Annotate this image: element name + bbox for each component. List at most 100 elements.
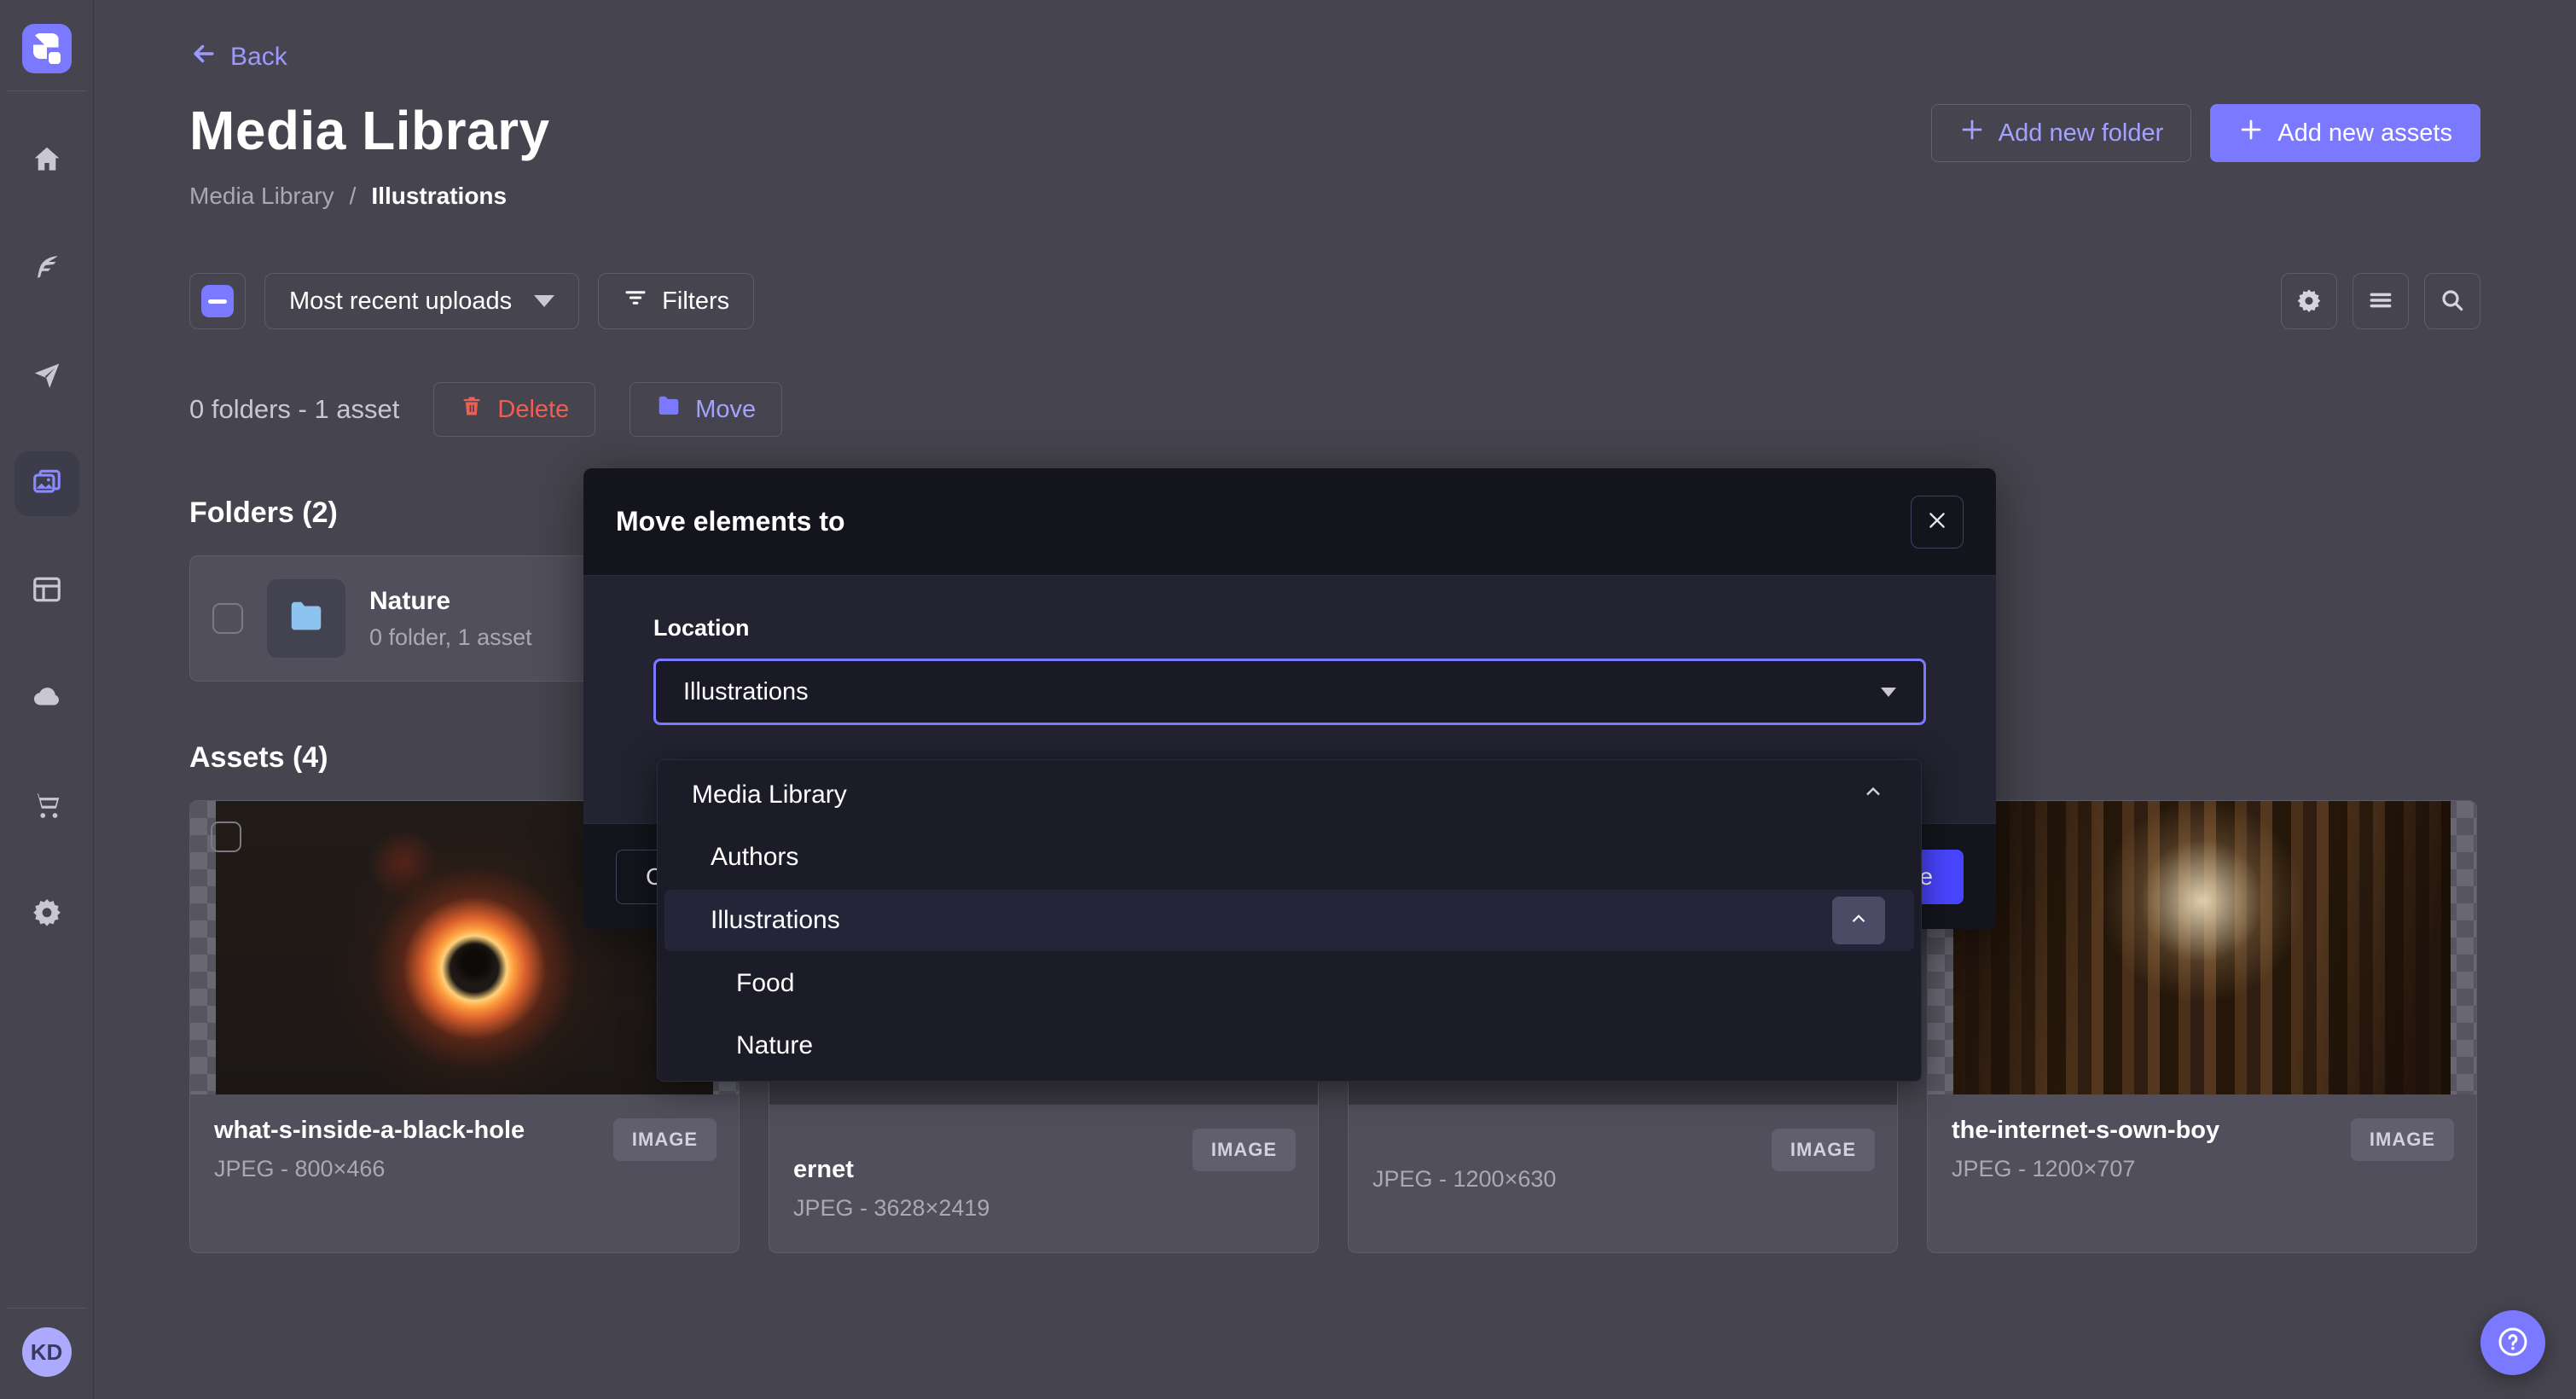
dropdown-option-media-library[interactable]: Media Library [664, 764, 1914, 826]
asset-caption: what-s-inside-a-black-hole JPEG - 800×46… [190, 1094, 739, 1213]
dropdown-option-illustrations[interactable]: Illustrations [664, 890, 1914, 951]
collapse-children-button[interactable] [1832, 897, 1885, 944]
toolbar: Most recent uploads Filters [189, 273, 2480, 329]
location-dropdown: Media Library Authors Illustrations Food… [657, 759, 1922, 1082]
arrow-left-icon [189, 39, 218, 75]
home-icon [31, 143, 63, 180]
close-icon [1926, 509, 1948, 534]
page-title: Media Library [189, 99, 550, 162]
sidebar-item-media-library[interactable] [15, 451, 79, 516]
breadcrumb: Media Library / Illustrations [189, 183, 2480, 210]
sidebar-footer-divider [7, 1308, 87, 1309]
dropdown-option-label: Illustrations [711, 906, 840, 935]
feather-icon [31, 251, 63, 287]
chevron-up-icon [1848, 908, 1870, 932]
back-link[interactable]: Back [189, 39, 287, 75]
sidebar-divider [7, 90, 87, 91]
modal-close-button[interactable] [1911, 496, 1964, 549]
folder-icon [656, 393, 682, 426]
add-new-folder-label: Add new folder [1999, 119, 2163, 148]
search-icon [2439, 287, 2466, 316]
folder-tile [267, 579, 345, 658]
asset-caption: JPEG - 1200×630 IMAGE [1349, 1105, 1897, 1223]
media-library-page: KD Back Media Library Add new folder Add… [0, 0, 2576, 1399]
sidebar-item-cloud[interactable] [15, 666, 79, 731]
help-button[interactable] [2480, 1310, 2545, 1375]
trash-icon [460, 394, 484, 425]
location-label: Location [653, 615, 1926, 641]
sidebar: KD [0, 0, 94, 1399]
back-label: Back [230, 43, 287, 72]
dropdown-option-authors[interactable]: Authors [664, 827, 1914, 888]
list-icon [2367, 287, 2394, 316]
filter-icon [623, 285, 648, 317]
sidebar-item-content-manager[interactable] [15, 559, 79, 624]
plus-icon [1959, 117, 1985, 149]
strapi-logo-glyph-2 [49, 52, 61, 64]
select-all-checkbox[interactable] [189, 273, 246, 329]
asset-type-badge: IMAGE [1192, 1129, 1296, 1171]
chevron-down-icon [1881, 688, 1896, 697]
sidebar-item-releases[interactable] [15, 344, 79, 409]
folder-icon [287, 597, 326, 641]
search-button[interactable] [2424, 273, 2480, 329]
move-label: Move [695, 396, 756, 424]
selection-count: 0 folders - 1 asset [189, 394, 399, 425]
breadcrumb-separator: / [350, 183, 357, 210]
modal-title: Move elements to [616, 506, 845, 537]
asset-type-badge: IMAGE [613, 1118, 717, 1161]
sidebar-item-content-type-builder[interactable] [15, 236, 79, 301]
asset-type-badge: IMAGE [2351, 1118, 2454, 1161]
paper-plane-icon [31, 358, 63, 395]
move-button[interactable]: Move [629, 382, 782, 437]
header-actions: Add new folder Add new assets [1931, 104, 2480, 162]
dropdown-option-label: Food [736, 969, 794, 998]
folder-name: Nature [369, 587, 532, 616]
add-new-folder-button[interactable]: Add new folder [1931, 104, 2191, 162]
delete-button[interactable]: Delete [433, 382, 595, 437]
dropdown-option-label: Authors [711, 843, 798, 872]
delete-label: Delete [497, 396, 569, 424]
filters-button[interactable]: Filters [598, 273, 754, 329]
asset-caption: ernet JPEG - 3628×2419 IMAGE [769, 1105, 1318, 1252]
sidebar-item-marketplace[interactable] [15, 774, 79, 839]
sidebar-nav [15, 129, 79, 946]
add-new-assets-button[interactable]: Add new assets [2210, 104, 2480, 162]
add-new-assets-label: Add new assets [2277, 119, 2452, 148]
asset-card-internet-own-boy[interactable]: the-internet-s-own-boy JPEG - 1200×707 I… [1927, 800, 2477, 1253]
dropdown-option-label: Nature [736, 1031, 813, 1060]
asset-thumbnail [1953, 801, 2451, 1094]
view-settings-button[interactable] [2281, 273, 2337, 329]
layout-panel-icon [31, 573, 63, 610]
sort-select[interactable]: Most recent uploads [264, 273, 579, 329]
question-mark-icon [2496, 1325, 2530, 1361]
asset-checkbox[interactable] [211, 821, 241, 852]
sidebar-item-settings[interactable] [15, 881, 79, 946]
asset-caption: the-internet-s-own-boy JPEG - 1200×707 I… [1928, 1094, 2476, 1213]
list-view-button[interactable] [2353, 273, 2409, 329]
cog-icon [2295, 287, 2323, 316]
media-library-icon [31, 466, 63, 502]
asset-type-badge: IMAGE [1772, 1129, 1875, 1171]
sidebar-item-home[interactable] [15, 129, 79, 194]
selection-bar: 0 folders - 1 asset Delete Move [189, 382, 2480, 437]
header-row: Media Library Add new folder Add new ass… [189, 99, 2480, 162]
toolbar-left: Most recent uploads Filters [189, 273, 754, 329]
sort-select-value: Most recent uploads [289, 287, 512, 316]
cart-icon [31, 788, 63, 825]
modal-header: Move elements to [583, 468, 1996, 576]
user-avatar[interactable]: KD [22, 1327, 72, 1377]
cloud-icon [31, 681, 63, 717]
plus-icon [2238, 117, 2264, 149]
dropdown-option-food[interactable]: Food [664, 953, 1914, 1014]
folder-checkbox[interactable] [212, 603, 243, 634]
location-select-value: Illustrations [683, 678, 809, 706]
breadcrumb-current: Illustrations [371, 183, 507, 210]
dropdown-option-nature[interactable]: Nature [664, 1015, 1914, 1077]
breadcrumb-parent[interactable]: Media Library [189, 183, 334, 210]
folder-meta: 0 folder, 1 asset [369, 624, 532, 651]
sidebar-footer: KD [0, 1308, 93, 1399]
chevron-up-icon[interactable] [1861, 780, 1885, 810]
location-select[interactable]: Illustrations [653, 659, 1926, 725]
strapi-logo[interactable] [22, 24, 72, 73]
